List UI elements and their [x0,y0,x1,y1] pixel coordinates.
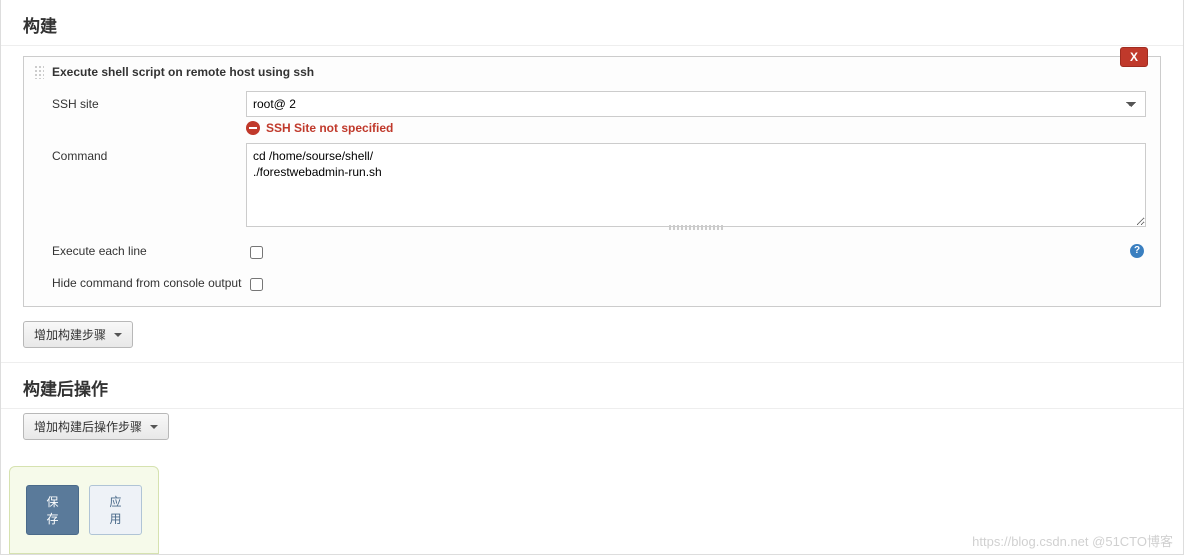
drag-handle-icon[interactable] [34,65,44,79]
chevron-down-icon [150,425,158,429]
help-icon[interactable]: ? [1130,244,1144,258]
add-postbuild-step-label: 增加构建后操作步骤 [34,418,142,435]
build-step-title: Execute shell script on remote host usin… [52,65,314,79]
postbuild-section-body: 增加构建后操作步骤 [1,409,1183,458]
row-exec-each-line: Execute each line ? [24,234,1160,266]
label-exec-each-line: Execute each line [52,238,246,258]
add-build-step-label: 增加构建步骤 [34,326,106,343]
build-step-header[interactable]: Execute shell script on remote host usin… [24,57,1160,87]
add-postbuild-step-button[interactable]: 增加构建后操作步骤 [23,413,169,440]
row-hide-cmd: Hide command from console output [24,266,1160,306]
postbuild-section-title: 构建后操作 [1,362,1183,409]
label-command: Command [52,143,246,163]
save-button[interactable]: 保存 [26,485,79,535]
label-hide-cmd: Hide command from console output [52,270,246,290]
watermark-text: https://blog.csdn.net @51CTO博客 [972,531,1173,550]
ssh-site-select[interactable]: root@ 2 [246,91,1146,117]
error-text: SSH Site not specified [266,121,393,135]
exec-each-line-checkbox[interactable] [250,246,263,259]
build-step-ssh: X Execute shell script on remote host us… [23,56,1161,307]
jenkins-job-config-page: 构建 X Execute shell script on remote host… [0,0,1184,555]
add-build-step-button[interactable]: 增加构建步骤 [23,321,133,348]
resize-grip-icon[interactable] [669,225,723,230]
ssh-site-error: SSH Site not specified [246,121,1146,135]
apply-button[interactable]: 应用 [89,485,142,535]
build-section-title: 构建 [1,0,1183,46]
build-section-body: X Execute shell script on remote host us… [1,46,1183,362]
hide-cmd-checkbox[interactable] [250,278,263,291]
save-apply-bar: 保存 应用 [9,466,159,554]
row-ssh-site: SSH site root@ 2 SSH Site not specified [24,87,1160,139]
chevron-down-icon [114,333,122,337]
command-textarea[interactable] [246,143,1146,227]
error-icon [246,121,260,135]
remove-step-button[interactable]: X [1120,47,1148,67]
row-command: Command [24,139,1160,234]
label-ssh-site: SSH site [52,91,246,111]
